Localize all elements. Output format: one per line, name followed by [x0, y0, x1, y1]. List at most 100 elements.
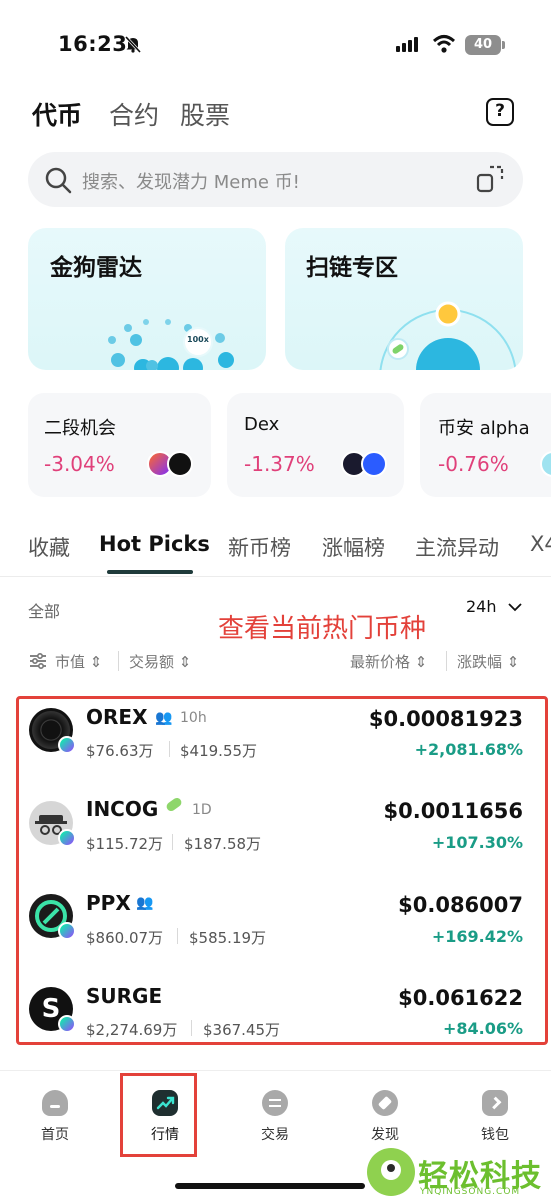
tab-favorites[interactable]: 收藏: [28, 532, 70, 562]
home-icon: [42, 1090, 68, 1116]
divider: [0, 576, 551, 577]
bell-muted-icon: [124, 35, 142, 53]
battery-icon: 40: [465, 35, 501, 55]
market-card-title: 币安 alpha: [438, 418, 530, 439]
sort-icon: ⇕: [178, 653, 192, 671]
sort-icon: ⇕: [414, 653, 428, 671]
divider: [118, 651, 119, 671]
market-card-binance-alpha[interactable]: [420, 393, 551, 497]
filter-sliders-icon[interactable]: [29, 652, 47, 670]
market-card-title: 二段机会: [44, 418, 116, 439]
tab-new-coins[interactable]: 新币榜: [228, 532, 291, 562]
coin-volume: $419.55万: [180, 742, 258, 760]
nav-label: 交易: [261, 1127, 289, 1143]
tab-mainstream-moves[interactable]: 主流异动: [415, 532, 499, 562]
radar-badge: 100x: [187, 335, 209, 344]
scan-icon[interactable]: [476, 165, 504, 193]
nav-trade[interactable]: 交易: [235, 1090, 315, 1144]
holders-icon: 👥: [155, 710, 173, 726]
wifi-icon: [432, 35, 456, 53]
coin-volume: $585.19万: [189, 929, 267, 947]
tab-gainers[interactable]: 涨幅榜: [322, 532, 385, 562]
tab-tokens[interactable]: 代币: [32, 96, 82, 132]
status-time: 16:23: [58, 32, 128, 56]
divider: [177, 928, 178, 944]
sort-change[interactable]: 涨跌幅 ⇕: [457, 651, 519, 672]
chevron-down-icon: [507, 603, 522, 612]
sort-label: 交易额: [129, 653, 175, 671]
solana-chain-icon: [58, 736, 76, 754]
tab-stocks[interactable]: 股票: [180, 96, 230, 132]
search-input[interactable]: 搜索、发现潜力 Meme 币!: [82, 168, 300, 194]
tab-hot-picks[interactable]: Hot Picks: [99, 532, 210, 556]
holders-icon: 👥: [136, 895, 154, 911]
banner-title-radar: 金狗雷达: [50, 255, 142, 281]
sort-volume[interactable]: 交易额 ⇕: [129, 651, 191, 672]
market-card-change: -3.04%: [44, 452, 115, 476]
coin-name: OREX: [86, 705, 148, 729]
nav-label: 发现: [371, 1127, 399, 1143]
alpha-logo-icon: [540, 451, 551, 477]
divider: [191, 1020, 192, 1036]
coin-price: $0.00081923: [368, 707, 523, 731]
divider: [172, 834, 173, 850]
filter-all[interactable]: 全部: [28, 598, 60, 622]
sort-market-cap[interactable]: 市值 ⇕: [55, 651, 102, 672]
coin-name: INCOG: [86, 797, 159, 821]
annotation-text: 查看当前热门币种: [218, 614, 427, 644]
market-card-change: -0.76%: [438, 452, 509, 476]
tab-x4[interactable]: X4: [530, 532, 551, 556]
watermark-logo-icon: [367, 1148, 415, 1196]
coin-market-cap: $2,274.69万: [86, 1021, 178, 1039]
signal-icon: [396, 36, 420, 52]
coin-name: PPX: [86, 891, 131, 915]
nav-label: 钱包: [481, 1127, 509, 1143]
help-icon[interactable]: ?: [486, 98, 514, 126]
coin-change: +169.42%: [431, 927, 523, 946]
coin-market-cap: $76.63万: [86, 742, 154, 760]
wallet-icon: [482, 1090, 508, 1116]
divider: [0, 1070, 551, 1071]
nav-label: 首页: [41, 1127, 69, 1143]
coin-change: +107.30%: [431, 833, 523, 852]
coin-age: 10h: [180, 710, 207, 726]
solana-chain-icon: [58, 829, 76, 847]
coin-change: +2,081.68%: [414, 740, 523, 759]
cube-icon: [167, 451, 193, 477]
coin-price: $0.061622: [398, 986, 523, 1010]
sort-label: 涨跌幅: [457, 653, 503, 671]
market-card-dex[interactable]: [227, 393, 404, 497]
solana-chain-icon: [58, 922, 76, 940]
coin-price: $0.0011656: [383, 799, 523, 823]
coin-market-cap: $115.72万: [86, 835, 164, 853]
nav-discover[interactable]: 发现: [345, 1090, 425, 1144]
market-card-title: Dex: [244, 414, 280, 435]
sort-latest-price[interactable]: 最新价格 ⇕: [350, 651, 427, 672]
tab-contracts[interactable]: 合约: [109, 96, 159, 132]
coin-volume: $367.45万: [203, 1021, 281, 1039]
watermark-subtext: YNQINGSONG.COM: [420, 1187, 521, 1197]
timeframe-label: 24h: [466, 597, 497, 616]
market-card-second-chance[interactable]: [28, 393, 211, 497]
banner-title-scan: 扫链专区: [306, 255, 398, 281]
timeframe-select[interactable]: 24h: [466, 597, 522, 616]
trade-icon: [262, 1090, 288, 1116]
search-icon: [45, 167, 72, 194]
nav-home[interactable]: 首页: [15, 1090, 95, 1144]
coin-price: $0.086007: [398, 893, 523, 917]
solana-chain-icon: [58, 1015, 76, 1033]
sort-label: 最新价格: [350, 653, 411, 671]
coin-name: SURGE: [86, 984, 163, 1008]
market-card-change: -1.37%: [244, 452, 315, 476]
coin-row[interactable]: [20, 876, 544, 968]
divider: [446, 651, 447, 671]
swap-logo-icon: [361, 451, 387, 477]
battery-tip: [502, 41, 505, 49]
highlight-box: [120, 1073, 197, 1157]
sort-icon: ⇕: [506, 653, 520, 671]
coin-market-cap: $860.07万: [86, 929, 164, 947]
divider: [169, 741, 170, 757]
coin-age: 1D: [192, 802, 212, 818]
discover-icon: [372, 1090, 398, 1116]
nav-wallet[interactable]: 钱包: [455, 1090, 535, 1144]
